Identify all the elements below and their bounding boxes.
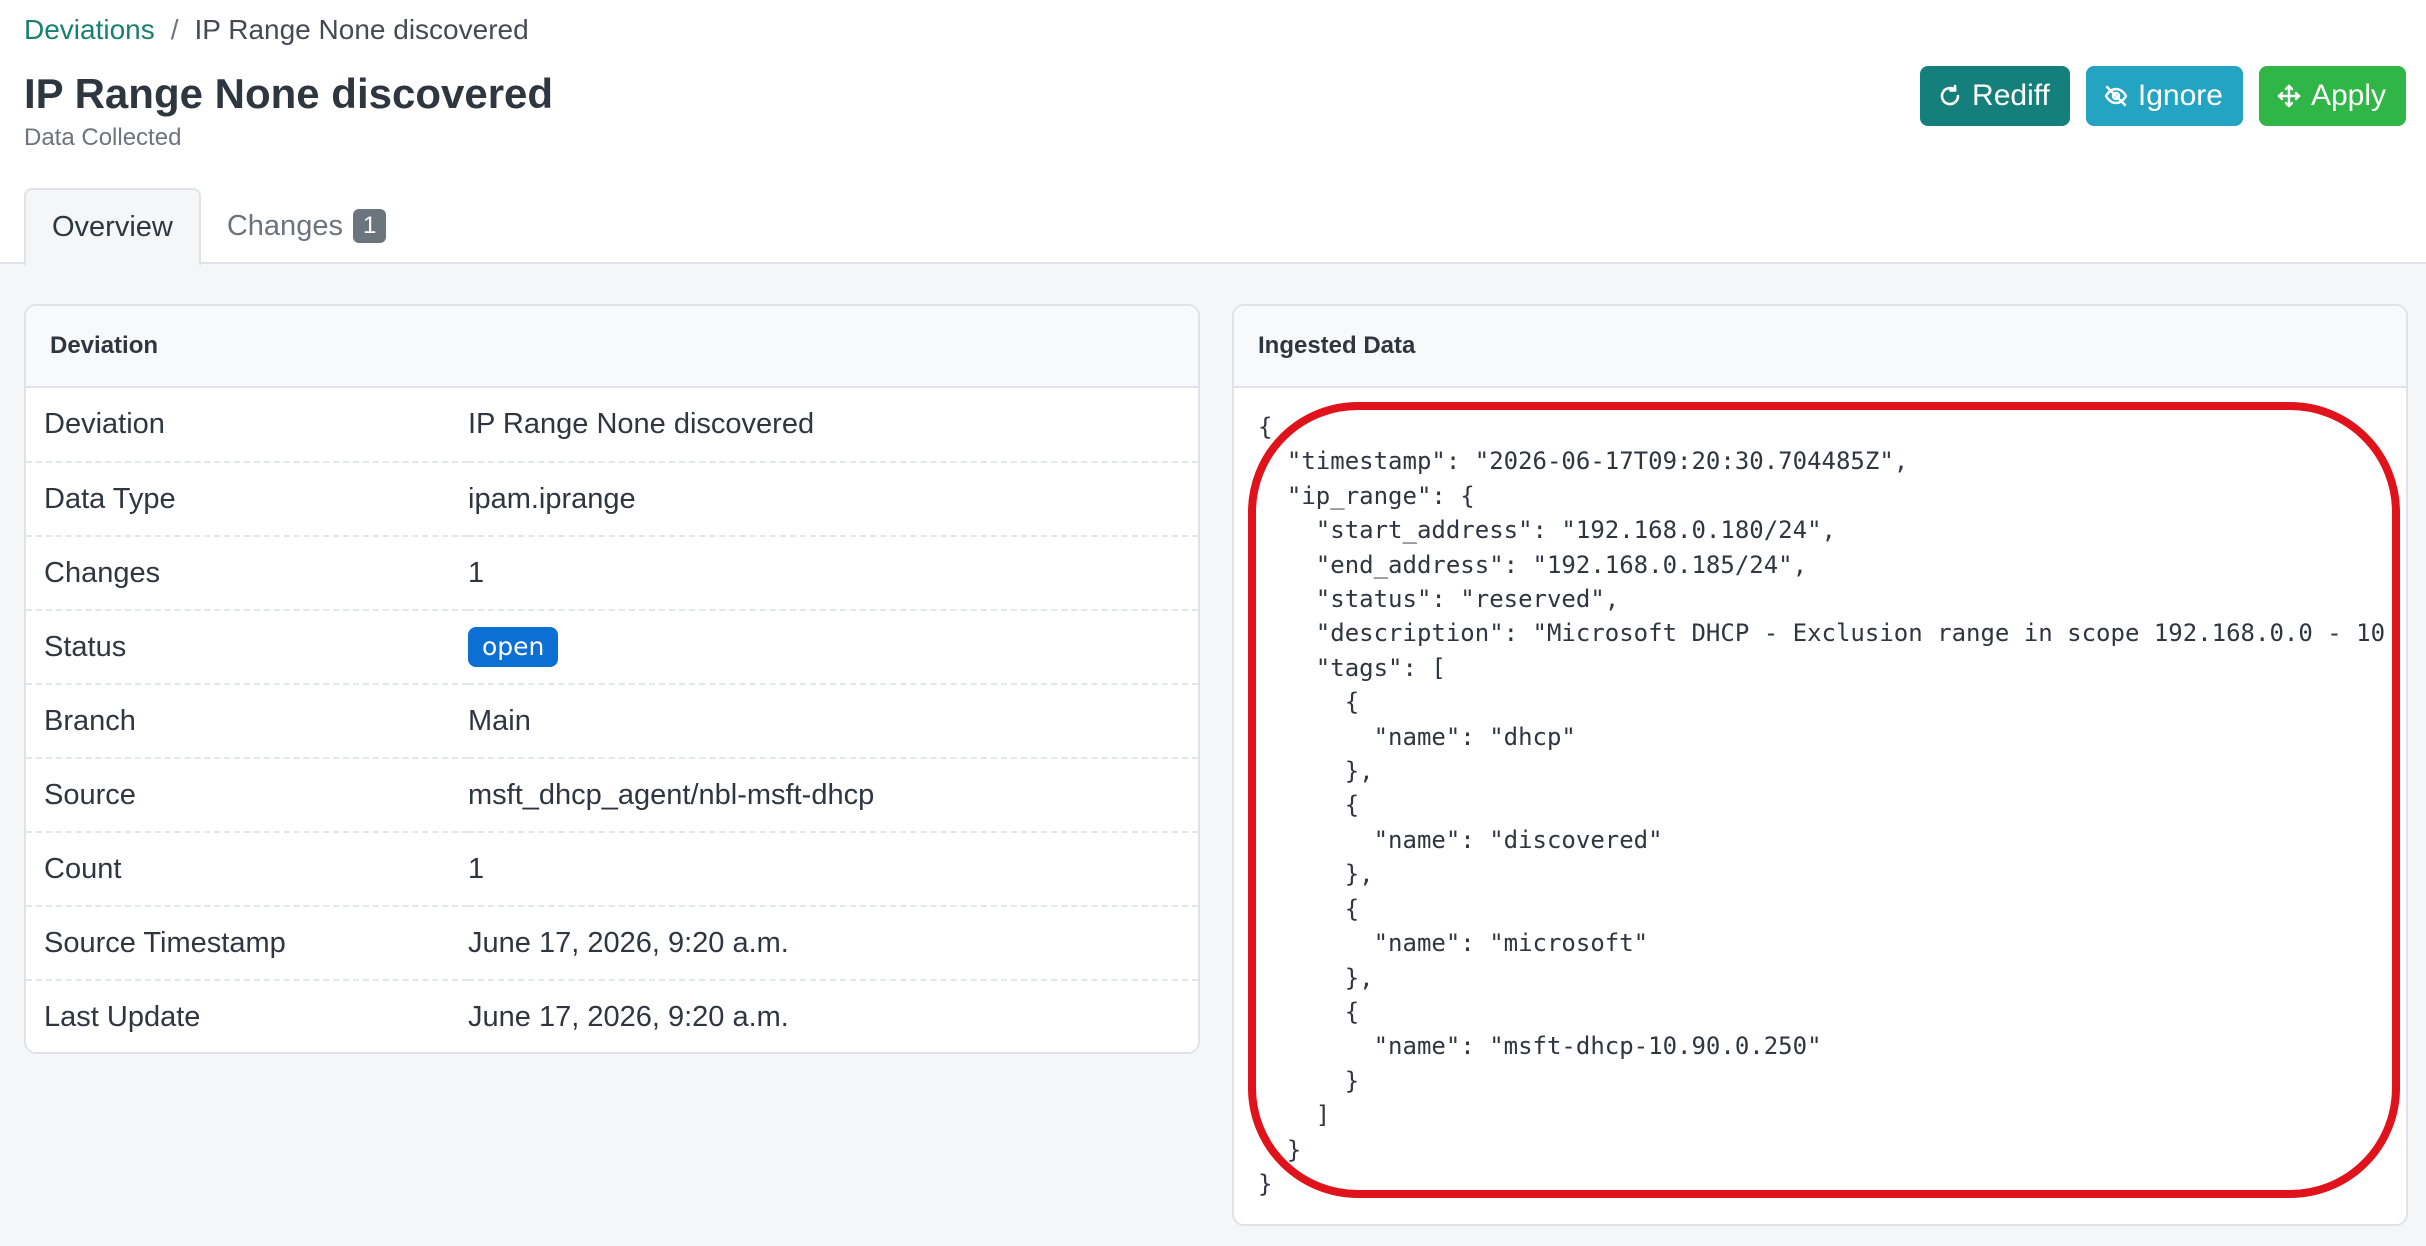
row-value: June 17, 2026, 9:20 a.m. — [468, 926, 789, 959]
action-buttons: Rediff Ignore Apply — [1920, 66, 2406, 126]
row-key: Count — [44, 852, 122, 885]
row-value: June 17, 2026, 9:20 a.m. — [468, 1001, 789, 1033]
tab-changes-label: Changes — [226, 209, 343, 242]
eye-slash-icon — [2104, 85, 2128, 107]
breadcrumb-current: IP Range None discovered — [194, 14, 529, 45]
tab-bar: Overview Changes 1 — [24, 188, 412, 266]
row-key: Last Update — [44, 1001, 201, 1033]
table-row: Data Type ipam.iprange — [26, 462, 1198, 536]
deviation-card: Deviation Deviation IP Range None discov… — [24, 304, 1200, 1054]
move-arrows-icon — [2277, 84, 2301, 108]
row-key: Changes — [44, 556, 161, 589]
row-key: Status — [44, 630, 127, 663]
deviation-details-table: Deviation IP Range None discovered Data … — [26, 388, 1198, 1052]
breadcrumb-deviations-link[interactable]: Deviations — [24, 14, 155, 45]
tab-overview-label: Overview — [52, 210, 173, 243]
ignore-button[interactable]: Ignore — [2085, 66, 2243, 126]
table-row: Branch Main — [26, 684, 1198, 758]
breadcrumb: Deviations / IP Range None discovered — [24, 12, 529, 48]
row-key: Branch — [44, 704, 136, 737]
table-row: Deviation IP Range None discovered — [26, 388, 1198, 462]
row-key: Source — [44, 778, 136, 811]
row-value: 1 — [468, 556, 485, 589]
apply-button-label: Apply — [2310, 79, 2386, 112]
table-row: Source msft_dhcp_agent/nbl-msft-dhcp — [26, 758, 1198, 832]
rediff-button[interactable]: Rediff — [1920, 66, 2070, 126]
apply-button[interactable]: Apply — [2258, 66, 2406, 126]
deviation-card-header: Deviation — [26, 306, 1198, 388]
table-row: Count 1 — [26, 832, 1198, 906]
tab-overview[interactable]: Overview — [24, 188, 201, 266]
row-value: msft_dhcp_agent/nbl-msft-dhcp — [468, 778, 875, 811]
ignore-button-label: Ignore — [2137, 79, 2223, 112]
row-value: 1 — [468, 852, 485, 885]
ingested-json-viewer[interactable]: { "timestamp": "2026-06-17T09:20:30.7044… — [1258, 410, 2386, 1210]
row-value: Main — [468, 704, 531, 737]
breadcrumb-separator: / — [170, 14, 179, 45]
tab-changes[interactable]: Changes 1 — [201, 188, 412, 264]
table-row: Status open — [26, 610, 1198, 684]
status-badge: open — [468, 627, 559, 667]
rediff-button-label: Rediff — [1972, 79, 2050, 112]
page-subtitle: Data Collected — [24, 124, 182, 151]
row-key: Source Timestamp — [44, 926, 286, 959]
ingested-data-card-header: Ingested Data — [1234, 306, 2406, 388]
table-row: Changes 1 — [26, 536, 1198, 610]
table-row: Source Timestamp June 17, 2026, 9:20 a.m… — [26, 906, 1198, 980]
row-value: IP Range None discovered — [468, 408, 815, 440]
row-value: ipam.iprange — [468, 482, 636, 515]
ingested-data-card: Ingested Data { "timestamp": "2026-06-17… — [1232, 304, 2408, 1226]
page-header: Deviations / IP Range None discovered IP R… — [0, 0, 2426, 266]
changes-count-badge: 1 — [352, 209, 387, 243]
page-title: IP Range None discovered — [24, 70, 554, 117]
row-value: open — [468, 610, 1198, 684]
row-key: Deviation — [44, 408, 165, 440]
table-row: Last Update June 17, 2026, 9:20 a.m. — [26, 980, 1198, 1052]
refresh-icon — [1940, 84, 1960, 106]
row-key: Data Type — [44, 482, 176, 515]
